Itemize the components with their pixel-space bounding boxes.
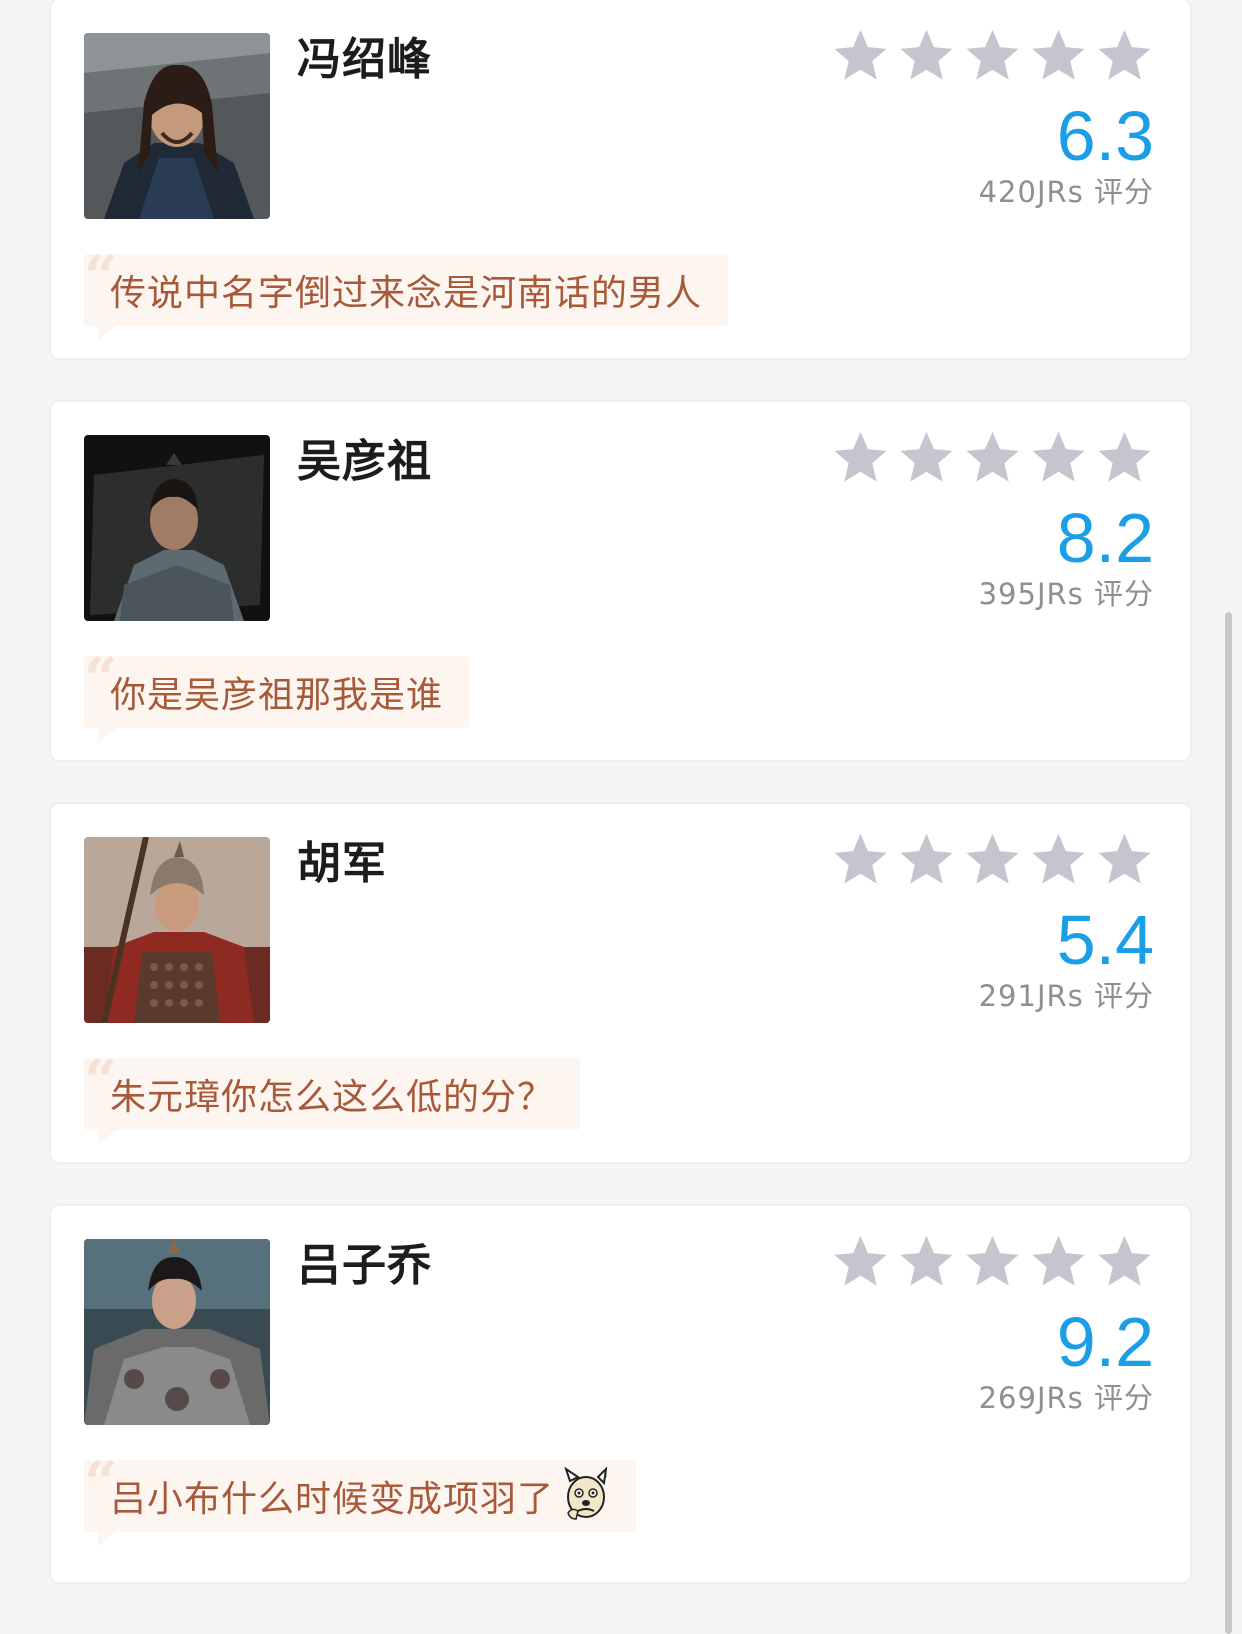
thinking-dog-emoji: !	[564, 1467, 609, 1520]
star-icon[interactable]	[1095, 830, 1154, 889]
star-icon[interactable]	[963, 830, 1022, 889]
star-icon[interactable]	[963, 1232, 1022, 1291]
scrollbar[interactable]	[1225, 612, 1232, 1634]
rating-card[interactable]: 胡军 5.4 291JRs 评分 “ 朱元璋你怎么这么低的分？	[49, 802, 1192, 1164]
comment-text: 吕小布什么时候变成项羽了	[110, 1479, 555, 1520]
top-comment[interactable]: “ 吕小布什么时候变成项羽了 !	[84, 1454, 637, 1546]
top-comment[interactable]: “ 朱元璋你怎么这么低的分？	[84, 1052, 581, 1144]
actor-name: 吕子乔	[297, 1240, 432, 1291]
star-icon[interactable]	[963, 428, 1022, 487]
actor-name: 吴彦祖	[297, 436, 432, 487]
score-value: 5.4	[1056, 901, 1154, 979]
rating-count: 395JRs 评分	[978, 577, 1154, 611]
star-icon[interactable]	[1029, 26, 1088, 85]
top-comment[interactable]: “ 传说中名字倒过来念是河南话的男人	[84, 248, 729, 340]
comment-text: 传说中名字倒过来念是河南话的男人	[110, 273, 703, 314]
star-icon[interactable]	[897, 428, 956, 487]
star-icon[interactable]	[831, 830, 890, 889]
star-icon[interactable]	[897, 830, 956, 889]
rating-card[interactable]: 冯绍峰 6.3 420JRs 评分 “ 传说中名字倒过来念是河南话的男人	[49, 0, 1192, 360]
star-icon[interactable]	[1029, 1232, 1088, 1291]
rating-count: 291JRs 评分	[978, 979, 1154, 1013]
score-value: 6.3	[1056, 97, 1154, 175]
star-icon[interactable]	[963, 26, 1022, 85]
comment-text: 朱元璋你怎么这么低的分？	[110, 1077, 555, 1118]
rating-count: 269JRs 评分	[978, 1381, 1154, 1415]
avatar[interactable]	[84, 33, 270, 219]
star-rating[interactable]	[831, 428, 1154, 487]
top-comment[interactable]: “ 你是吴彦祖那我是谁	[84, 650, 470, 742]
avatar[interactable]	[84, 435, 270, 621]
star-icon[interactable]	[1029, 830, 1088, 889]
star-icon[interactable]	[831, 26, 890, 85]
score-value: 9.2	[1056, 1303, 1154, 1381]
star-icon[interactable]	[831, 428, 890, 487]
svg-text:!: !	[604, 1469, 609, 1480]
star-rating[interactable]	[831, 830, 1154, 889]
actor-name: 胡军	[297, 838, 387, 889]
rating-count: 420JRs 评分	[978, 175, 1154, 209]
rating-list: 冯绍峰 6.3 420JRs 评分 “ 传说中名字倒过来念是河南话的男人 吴彦祖…	[0, 0, 1242, 1584]
actor-name: 冯绍峰	[297, 34, 432, 85]
avatar[interactable]	[84, 1239, 270, 1425]
star-icon[interactable]	[1095, 428, 1154, 487]
star-icon[interactable]	[897, 26, 956, 85]
star-rating[interactable]	[831, 26, 1154, 85]
star-rating[interactable]	[831, 1232, 1154, 1291]
star-icon[interactable]	[831, 1232, 890, 1291]
star-icon[interactable]	[1095, 26, 1154, 85]
rating-card[interactable]: 吕子乔 9.2 269JRs 评分 “ 吕小布什么时候变成项羽了 !	[49, 1204, 1192, 1584]
comment-text: 你是吴彦祖那我是谁	[110, 675, 444, 716]
rating-card[interactable]: 吴彦祖 8.2 395JRs 评分 “ 你是吴彦祖那我是谁	[49, 400, 1192, 762]
score-value: 8.2	[1056, 499, 1154, 577]
star-icon[interactable]	[1095, 1232, 1154, 1291]
star-icon[interactable]	[1029, 428, 1088, 487]
star-icon[interactable]	[897, 1232, 956, 1291]
avatar[interactable]	[84, 837, 270, 1023]
